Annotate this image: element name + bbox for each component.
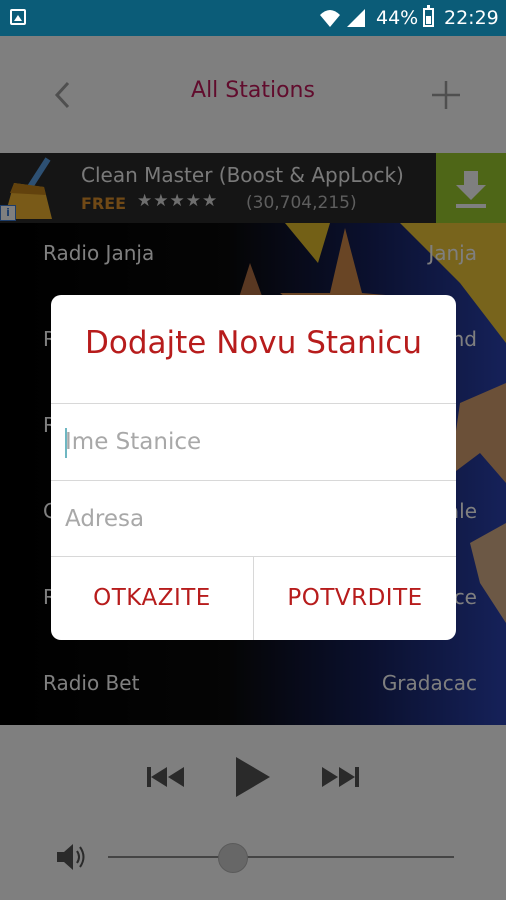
station-name-field xyxy=(51,404,456,480)
signal-icon xyxy=(347,9,365,27)
cancel-button[interactable]: OTKAZITE xyxy=(51,556,253,640)
battery-percentage: 44% xyxy=(376,7,419,29)
dialog-title: Dodajte Novu Stanicu xyxy=(85,325,422,361)
confirm-button[interactable]: POTVRDITE xyxy=(254,556,456,640)
wifi-icon xyxy=(320,10,340,27)
station-name-input[interactable] xyxy=(65,422,435,462)
gallery-icon xyxy=(10,9,26,25)
status-bar: 44% 22:29 xyxy=(0,0,506,36)
station-address-input[interactable] xyxy=(65,499,435,539)
battery-icon xyxy=(423,5,434,27)
add-station-dialog: Dodajte Novu Stanicu OTKAZITE POTVRDITE xyxy=(51,295,456,640)
clock: 22:29 xyxy=(444,7,499,29)
text-cursor xyxy=(65,428,67,458)
station-address-field xyxy=(51,481,456,557)
